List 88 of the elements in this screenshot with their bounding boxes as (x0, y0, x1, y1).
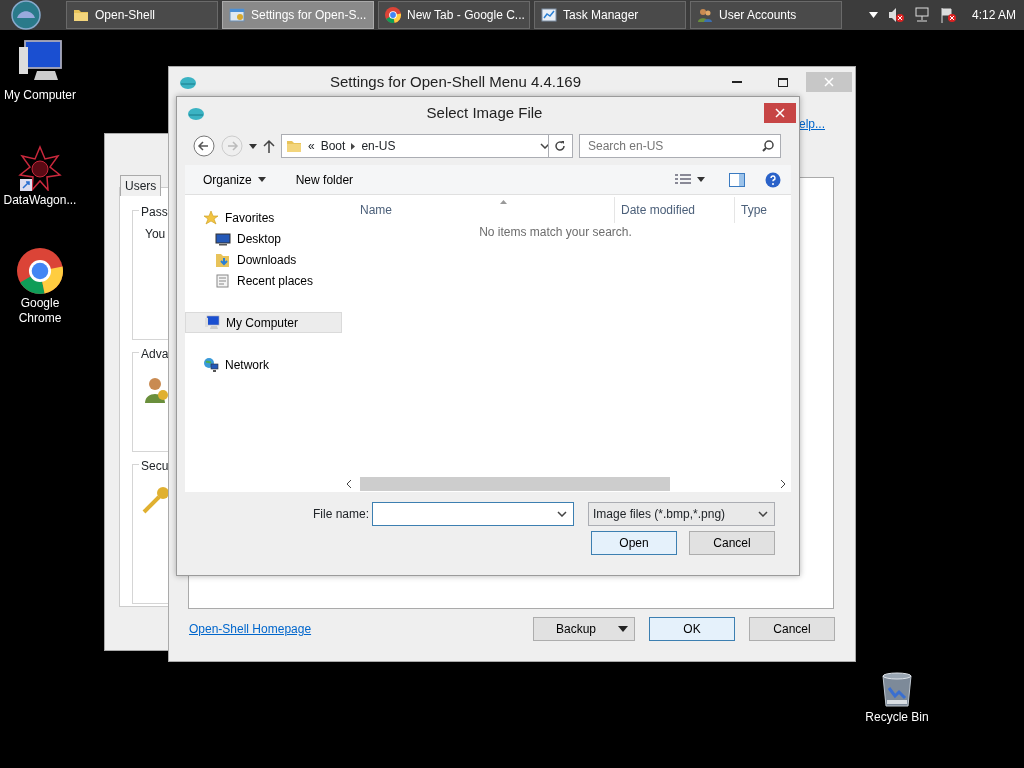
chrome-icon (385, 7, 401, 23)
overflow-chevron[interactable]: « (308, 137, 315, 155)
dialog-button[interactable]: OK (649, 617, 735, 641)
chevron-icon (351, 142, 356, 150)
history-caret-icon (249, 143, 257, 149)
refresh-icon (554, 140, 567, 152)
nav-item[interactable]: My Computer (185, 312, 342, 333)
split-button[interactable]: Backup (533, 617, 635, 641)
shell-icon (179, 74, 197, 90)
close-icon (824, 77, 834, 87)
caret-icon (618, 626, 628, 632)
column-header[interactable]: Date modified (614, 197, 734, 223)
taskbar-button[interactable]: User Accounts (690, 1, 842, 29)
taskbar-button[interactable]: Open-Shell (66, 1, 218, 29)
list-view-icon (675, 173, 691, 186)
download-folder-icon (215, 251, 231, 268)
settings-window-icon (229, 7, 245, 23)
address-bar[interactable]: « Boot en-US (281, 134, 551, 158)
maximize-icon (778, 77, 788, 87)
users-icon (697, 7, 713, 23)
scroll-right-icon (780, 479, 785, 488)
dialog-button[interactable]: Cancel (689, 531, 775, 555)
star-icon (203, 209, 219, 226)
body-text: You (145, 226, 166, 243)
nav-item[interactable]: Network (185, 354, 342, 375)
key-icon (141, 485, 171, 515)
taskbar-button[interactable]: Task Manager (534, 1, 686, 29)
window-title: Settings for Open-Shell Menu 4.4.169 (329, 71, 582, 92)
file-type-select[interactable]: Image files (*.bmp,*.png) (588, 502, 775, 526)
icon-label[interactable]: Recycle Bin (865, 710, 929, 725)
network-icon (203, 356, 219, 373)
icon-label[interactable]: My Computer (4, 88, 76, 103)
nav-item[interactable]: Desktop (185, 228, 342, 249)
refresh-button[interactable] (547, 134, 573, 158)
close-button[interactable] (764, 103, 796, 123)
column-header[interactable]: Type (734, 197, 790, 223)
organize-menu[interactable]: Organize (203, 170, 266, 189)
sort-caret-icon (500, 200, 507, 204)
desktop-icon (215, 230, 231, 247)
help-icon[interactable] (765, 171, 781, 188)
nav-item[interactable]: Recent places (185, 270, 342, 291)
recent-places-icon (215, 272, 231, 289)
starburst-icon[interactable] (18, 145, 62, 191)
search-icon (762, 140, 774, 152)
search-field[interactable]: Search en-US (579, 134, 781, 158)
chrome-icon[interactable] (17, 248, 63, 294)
help-link[interactable]: elp... (799, 115, 825, 133)
minimize-icon (732, 81, 742, 83)
scroll-left-icon (347, 479, 352, 488)
flag-icon[interactable] (939, 7, 956, 23)
dropdown-caret-icon[interactable] (539, 143, 550, 149)
up-icon[interactable] (263, 139, 275, 153)
nav-item[interactable]: Downloads (185, 249, 342, 270)
dialog-button[interactable]: Open (591, 531, 677, 555)
taskbar-button[interactable]: New Tab - Google C... (378, 1, 530, 29)
muted-speaker-icon[interactable] (887, 7, 904, 23)
preview-pane-icon[interactable] (729, 172, 745, 187)
field-label: File name: (312, 506, 369, 523)
homepage-link[interactable]: Open-Shell Homepage (189, 620, 312, 638)
computer-icon (204, 314, 220, 331)
dropdown-caret-icon (758, 511, 768, 517)
back-icon[interactable] (193, 135, 215, 157)
folder-icon (286, 138, 302, 154)
nav-item[interactable]: Favorites (185, 207, 342, 228)
dropdown-caret-icon[interactable] (557, 511, 567, 517)
tab[interactable]: Users (120, 175, 162, 196)
column-header[interactable]: Name (342, 197, 614, 223)
scroll-thumb[interactable] (360, 476, 670, 491)
view-menu[interactable] (675, 173, 705, 186)
breadcrumb-item[interactable]: Boot (320, 137, 346, 155)
caret-icon (257, 177, 266, 182)
new-folder-button[interactable]: New folder (295, 170, 354, 189)
chart-window-icon (541, 7, 557, 23)
file-name-field[interactable] (372, 502, 574, 526)
dialog-button[interactable]: Cancel (749, 617, 835, 641)
dialog-title: Select Image File (425, 102, 544, 123)
shell-icon (187, 105, 205, 121)
clock[interactable]: 4:12 AM (971, 6, 1016, 24)
empty-message: No items match your search. (478, 224, 633, 241)
caret-icon[interactable] (868, 12, 878, 18)
close-icon (775, 108, 785, 118)
icon-label[interactable]: DataWagon... (3, 193, 77, 208)
start-button-icon[interactable] (8, 0, 44, 30)
folder-icon (73, 7, 89, 23)
icon-label[interactable]: Google Chrome (0, 296, 80, 326)
caret-icon (697, 177, 705, 182)
network-icon[interactable] (913, 7, 930, 23)
breadcrumb-item[interactable]: en-US (361, 137, 396, 155)
